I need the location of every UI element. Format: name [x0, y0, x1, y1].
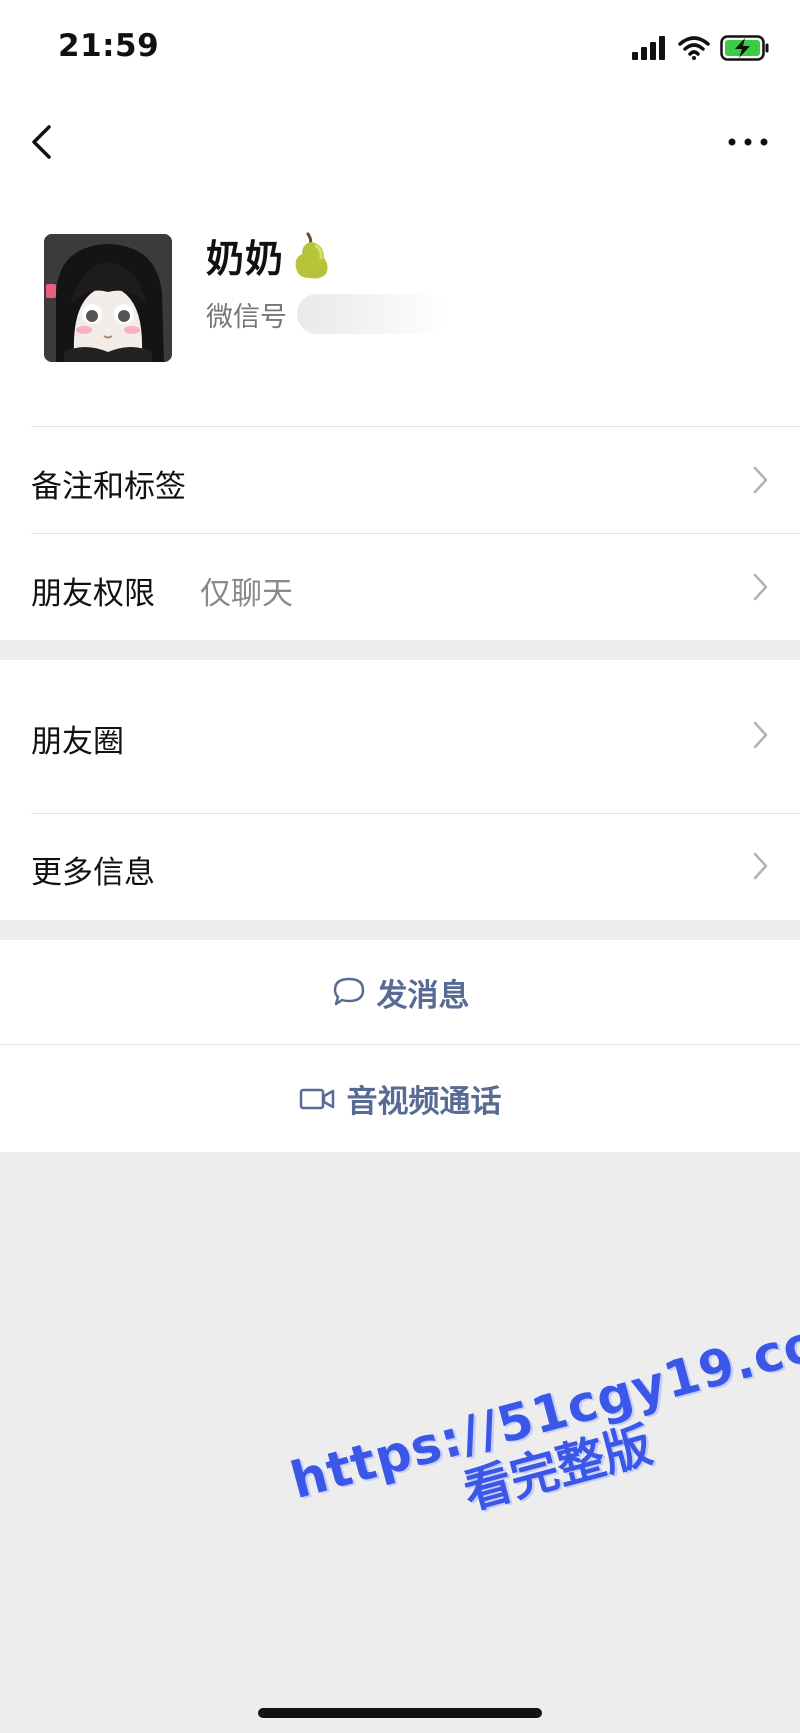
wechat-id-redacted	[297, 294, 447, 334]
more-info-label: 更多信息	[31, 855, 155, 891]
wifi-icon	[678, 36, 710, 60]
status-icons	[632, 30, 770, 66]
pear-emoji-icon	[290, 232, 332, 280]
name-row: 奶奶	[206, 228, 332, 283]
contact-name: 奶奶	[206, 237, 285, 281]
av-call-label: 音视频通话	[346, 1084, 502, 1120]
remark-tags-row[interactable]: 备注和标签	[0, 427, 800, 533]
send-message-button[interactable]: 发消息	[0, 940, 800, 1044]
avatar-image	[44, 234, 172, 362]
home-indicator[interactable]	[258, 1708, 542, 1718]
profile-header: 奶奶 微信号	[0, 210, 800, 380]
video-camera-icon	[299, 1088, 334, 1109]
back-button[interactable]	[22, 112, 82, 172]
wechat-id-label: 微信号	[206, 301, 287, 333]
wechat-id-row: 微信号	[206, 294, 447, 334]
chevron-right-icon	[753, 852, 768, 880]
status-bar: 21:59	[0, 0, 800, 96]
chat-bubble-icon	[333, 977, 364, 1006]
moments-row[interactable]: 朋友圈	[0, 660, 800, 813]
signal-icon	[632, 36, 665, 60]
status-time: 21:59	[58, 28, 160, 64]
chevron-right-icon	[753, 573, 768, 601]
remark-tags-label: 备注和标签	[31, 469, 186, 505]
battery-charging-icon	[720, 35, 769, 61]
friend-permissions-label: 朋友权限	[31, 576, 155, 612]
av-call-button[interactable]: 音视频通话	[0, 1045, 800, 1152]
chevron-right-icon	[753, 721, 768, 749]
nav-bar	[0, 100, 800, 180]
friend-permissions-row[interactable]: 朋友权限 仅聊天	[0, 534, 800, 640]
watermark: https://51cgy19.com 看完整版	[285, 1300, 800, 1563]
chevron-left-icon	[32, 125, 51, 159]
friend-permissions-value: 仅聊天	[200, 576, 293, 612]
send-message-label: 发消息	[376, 977, 470, 1014]
more-options-button[interactable]	[718, 112, 778, 172]
divider	[31, 813, 800, 814]
avatar[interactable]	[44, 234, 172, 362]
moments-label: 朋友圈	[31, 724, 124, 760]
more-info-row[interactable]: 更多信息	[0, 813, 800, 920]
more-dots-icon	[728, 138, 768, 146]
chevron-right-icon	[753, 466, 768, 494]
profile-panel: 21:59 奶奶 微信号 备注和标签 朋友权限 仅聊天	[0, 0, 800, 640]
